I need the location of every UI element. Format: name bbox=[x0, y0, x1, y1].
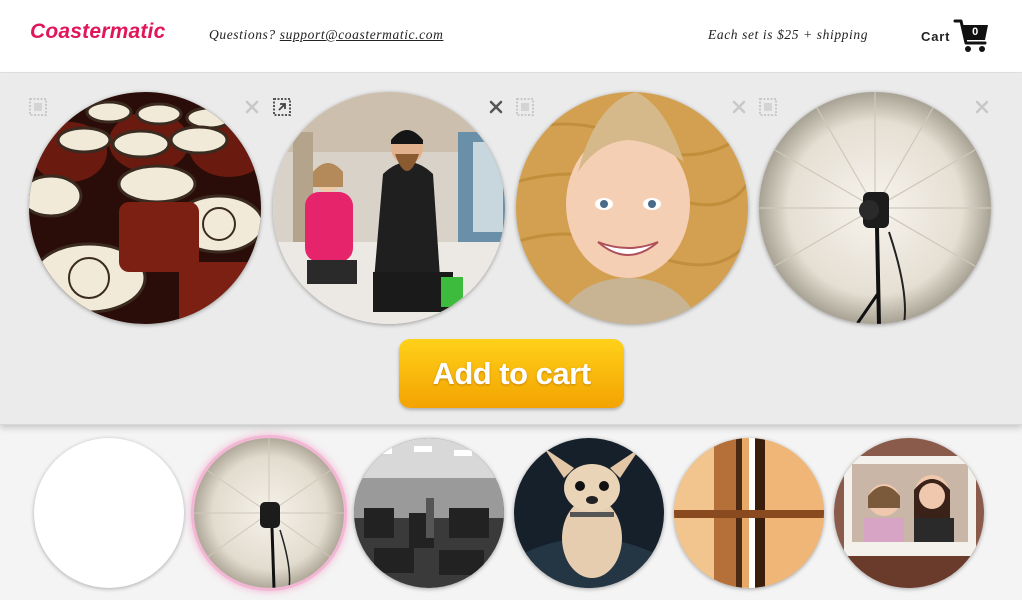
add-to-cart-button[interactable]: Add to cart bbox=[399, 339, 624, 408]
coaster-photo bbox=[273, 92, 505, 324]
coaster-photo bbox=[29, 92, 261, 324]
gallery-thumb-2[interactable] bbox=[194, 438, 344, 588]
gallery-thumb-1[interactable] bbox=[34, 438, 184, 588]
close-icon[interactable] bbox=[235, 90, 269, 124]
coaster-slot-4[interactable] bbox=[757, 90, 993, 326]
cart-button[interactable]: Cart 0 bbox=[921, 18, 991, 54]
photo-gallery bbox=[0, 426, 1022, 600]
stamp-icon[interactable] bbox=[21, 90, 55, 124]
questions-label: Questions? bbox=[209, 27, 276, 42]
gallery-thumb-4[interactable] bbox=[514, 438, 664, 588]
coaster-photo bbox=[759, 92, 991, 324]
logo[interactable]: Coastermatic bbox=[30, 20, 165, 44]
cart-label: Cart bbox=[921, 28, 951, 44]
coaster-slot-1[interactable] bbox=[27, 90, 263, 326]
price-note: Each set is $25 + shipping bbox=[708, 27, 869, 42]
expand-icon[interactable] bbox=[265, 90, 299, 124]
stamp-icon[interactable] bbox=[751, 90, 785, 124]
questions-line: Questions? support@coastermatic.com bbox=[209, 27, 443, 43]
close-icon[interactable] bbox=[965, 90, 999, 124]
coaster-photo bbox=[516, 92, 748, 324]
coaster-slot-3[interactable] bbox=[514, 90, 750, 326]
gallery-thumb-6[interactable] bbox=[834, 438, 984, 588]
coaster-slot-2[interactable] bbox=[271, 90, 507, 326]
coaster-set-tray: Add to cart bbox=[0, 73, 1022, 425]
cart-count: 0 bbox=[972, 26, 979, 38]
cart-icon: 0 bbox=[953, 18, 991, 54]
site-header: Coastermatic Questions? support@coasterm… bbox=[0, 0, 1022, 73]
gallery-thumb-3[interactable] bbox=[354, 438, 504, 588]
support-email-link[interactable]: support@coastermatic.com bbox=[280, 27, 444, 42]
stamp-icon[interactable] bbox=[508, 90, 542, 124]
gallery-thumb-5[interactable] bbox=[674, 438, 824, 588]
